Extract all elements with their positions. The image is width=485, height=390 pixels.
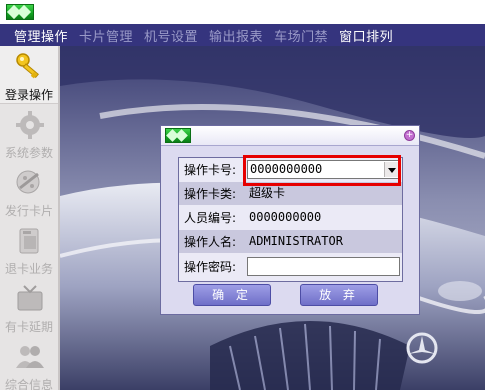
card-number-highlight bbox=[243, 155, 401, 186]
login-dialog: + 操作卡号: 0000000000 操作卡类: 超级卡 人员编号: 00000… bbox=[160, 125, 420, 315]
key-icon bbox=[16, 53, 39, 79]
menu-output-reports[interactable]: 输出报表 bbox=[209, 26, 263, 45]
toolbar-extend-card-button[interactable]: 有卡延期 bbox=[0, 278, 58, 336]
gear-icon bbox=[16, 111, 44, 139]
toolbar-issue-card-button[interactable]: 发行卡片 bbox=[0, 162, 58, 220]
menu-card-management[interactable]: 卡片管理 bbox=[79, 26, 133, 45]
menu-parking-access[interactable]: 车场门禁 bbox=[274, 26, 328, 45]
card-number-label: 操作卡号: bbox=[184, 163, 237, 177]
card-return-icon bbox=[19, 228, 39, 254]
toolbar-label: 发行卡片 bbox=[4, 204, 53, 218]
tv-icon bbox=[17, 285, 43, 311]
toolbar-system-params-button[interactable]: 系统参数 bbox=[0, 104, 58, 162]
menu-bar: 管理操作 卡片管理 机号设置 输出报表 车场门禁 窗口排列 bbox=[0, 24, 485, 46]
dialog-title-bar[interactable]: + bbox=[161, 126, 419, 146]
staff-number-value: 0000000000 bbox=[249, 210, 322, 224]
cancel-button[interactable]: 放 弃 bbox=[300, 284, 378, 306]
password-label: 操作密码: bbox=[184, 260, 237, 274]
card-type-value: 超级卡 bbox=[249, 186, 286, 200]
card-issue-icon bbox=[16, 170, 40, 194]
toolbar-label: 有卡延期 bbox=[4, 320, 53, 334]
left-toolbar: 登录操作 系统参数 发行卡片 退卡业务 有卡延期 综合信息 bbox=[0, 46, 60, 390]
toolbar-label: 综合信息 bbox=[4, 378, 53, 390]
staff-number-label: 人员编号: bbox=[184, 211, 237, 225]
app-logo-icon bbox=[6, 4, 34, 20]
app-logo-icon bbox=[165, 128, 191, 143]
password-field[interactable] bbox=[247, 257, 400, 276]
staff-number-row: 人员编号: 0000000000 bbox=[179, 206, 402, 229]
menu-device-settings[interactable]: 机号设置 bbox=[144, 26, 198, 45]
toolbar-login-button[interactable]: 登录操作 bbox=[0, 46, 58, 104]
operator-name-label: 操作人名: bbox=[184, 235, 237, 249]
toolbar-label: 系统参数 bbox=[4, 146, 53, 160]
close-icon[interactable]: + bbox=[404, 130, 415, 141]
menu-window-arrange[interactable]: 窗口排列 bbox=[339, 26, 393, 45]
toolbar-general-info-button[interactable]: 综合信息 bbox=[0, 336, 58, 390]
title-bar bbox=[0, 0, 485, 24]
toolbar-return-card-button[interactable]: 退卡业务 bbox=[0, 220, 58, 278]
password-row: 操作密码: bbox=[179, 255, 402, 278]
users-icon bbox=[16, 346, 44, 368]
confirm-button[interactable]: 确 定 bbox=[193, 284, 271, 306]
toolbar-label: 退卡业务 bbox=[4, 262, 53, 276]
operator-name-value: ADMINISTRATOR bbox=[249, 234, 343, 248]
toolbar-label: 登录操作 bbox=[4, 88, 53, 102]
menu-manage-ops[interactable]: 管理操作 bbox=[14, 26, 68, 45]
card-type-label: 操作卡类: bbox=[184, 187, 237, 201]
operator-name-row: 操作人名: ADMINISTRATOR bbox=[179, 230, 402, 253]
